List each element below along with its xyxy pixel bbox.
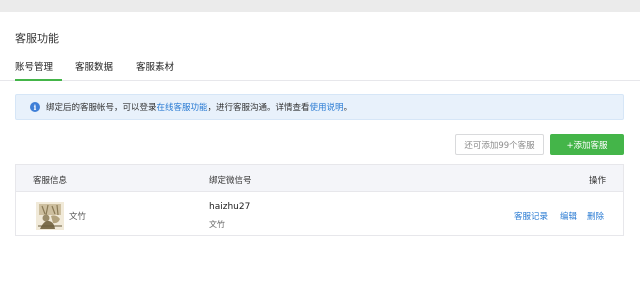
service-table: 客服信息 绑定微信号 操作 文竹 haizhu27 文竹 客服记录 编辑 删除	[15, 164, 624, 236]
tab-account-management[interactable]: 账号管理	[15, 59, 62, 81]
online-service-link[interactable]: 在线客服功能	[157, 101, 208, 113]
header-service-info: 客服信息	[33, 176, 68, 186]
edit-link[interactable]: 编辑	[560, 210, 577, 222]
header-operations: 操作	[588, 176, 606, 186]
add-service-button[interactable]: +添加客服	[550, 134, 624, 155]
notice-text-2: ，进行客服沟通。详情查看	[207, 103, 310, 113]
table-row: 文竹 haizhu27 文竹 客服记录 编辑 删除	[16, 193, 623, 235]
tab-service-data[interactable]: 客服数据	[75, 59, 113, 81]
avatar	[36, 202, 64, 230]
wechat-nickname: 文竹	[209, 220, 225, 229]
wechat-id: haizhu27	[209, 202, 251, 212]
service-name: 文竹	[69, 212, 87, 222]
quota-button: 还可添加99个客服	[455, 134, 544, 155]
table-header: 客服信息 绑定微信号 操作	[16, 165, 623, 192]
notice-banner: i 绑定后的客服帐号，可以登录 在线客服功能 ，进行客服沟通。详情查看 使用说明…	[15, 94, 624, 120]
tab-bar: 账号管理 客服数据 客服素材	[0, 55, 640, 81]
notice-text-3: 。	[343, 103, 353, 113]
header-bound-wechat: 绑定微信号	[209, 176, 252, 186]
usage-guide-link[interactable]: 使用说明	[310, 101, 344, 113]
info-icon: i	[30, 102, 40, 112]
notice-text-1: 绑定后的客服帐号，可以登录	[46, 103, 157, 113]
page-title: 客服功能	[15, 32, 59, 45]
delete-link[interactable]: 删除	[587, 210, 604, 222]
top-bar	[0, 0, 640, 12]
tab-service-materials[interactable]: 客服素材	[136, 59, 174, 81]
service-records-link[interactable]: 客服记录	[514, 210, 548, 222]
